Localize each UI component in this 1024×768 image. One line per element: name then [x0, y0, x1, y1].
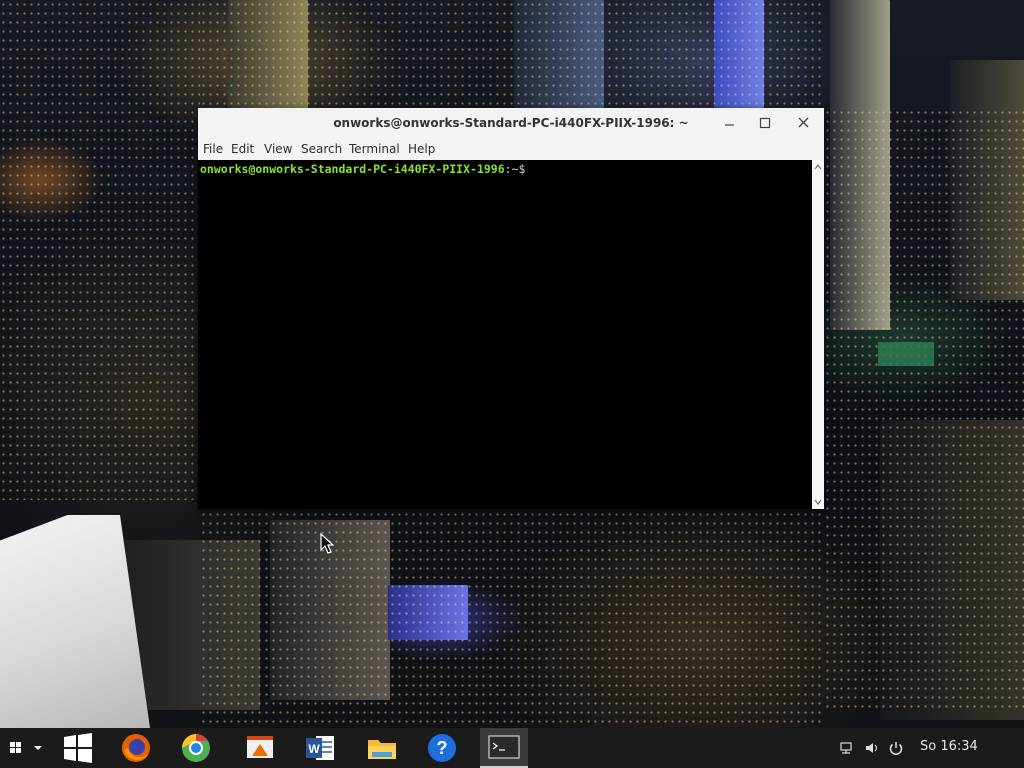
window-titlebar[interactable]: onworks@onworks-Standard-PC-i440FX-PIIX-…: [198, 108, 824, 138]
power-tray-button[interactable]: [886, 728, 906, 768]
minimize-button[interactable]: [720, 114, 740, 132]
city-lights: [824, 108, 1024, 708]
volume-tray-button[interactable]: [862, 728, 882, 768]
firefox-icon: [122, 734, 150, 762]
terminal-taskbar-button[interactable]: [480, 728, 528, 768]
unused: [915, 114, 935, 132]
taskbar-clock[interactable]: So 16:34: [920, 739, 978, 754]
folder-icon: [368, 740, 396, 759]
word-icon: W: [306, 736, 334, 760]
network-tray-button[interactable]: [838, 728, 858, 768]
taskbar: W ? So 16:34: [0, 728, 1024, 768]
scroll-up-icon[interactable]: [814, 163, 822, 171]
word-button[interactable]: W: [298, 728, 342, 768]
menu-view[interactable]: View: [264, 142, 292, 156]
menu-terminal[interactable]: Terminal: [349, 142, 400, 156]
scroll-down-icon[interactable]: [814, 498, 822, 506]
park-field: [878, 342, 934, 366]
text-cursor: [532, 162, 540, 175]
svg-text:?: ?: [437, 738, 448, 758]
menu-search[interactable]: Search: [301, 142, 342, 156]
browser-button[interactable]: [174, 728, 218, 768]
network-icon: [840, 742, 852, 754]
presentation-button[interactable]: [238, 728, 282, 768]
minimize-icon: [725, 124, 734, 126]
speaker-icon: [866, 743, 878, 753]
close-icon: [798, 117, 809, 128]
files-button[interactable]: [360, 728, 404, 768]
terminal-icon: [488, 735, 520, 759]
presentation-icon: [247, 736, 273, 758]
prompt-user-host: onworks@onworks-Standard-PC-i440FX-PIIX-…: [200, 162, 505, 176]
firefox-button[interactable]: [114, 728, 158, 768]
windows-logo-icon: [64, 733, 92, 763]
terminal-window[interactable]: onworks@onworks-Standard-PC-i440FX-PIIX-…: [198, 108, 824, 509]
maximize-icon: [759, 117, 771, 129]
windows-logo-icon: [10, 742, 42, 753]
city-lights: [0, 0, 200, 500]
prompt-line: onworks@onworks-Standard-PC-i440FX-PIIX-…: [200, 162, 540, 176]
power-icon: [889, 742, 903, 755]
help-icon: ?: [428, 734, 456, 762]
vertical-scrollbar[interactable]: [812, 160, 824, 509]
menu-help[interactable]: Help: [408, 142, 435, 156]
browser-icon: [182, 734, 210, 762]
menu-edit[interactable]: Edit: [231, 142, 254, 156]
city-lights: [200, 510, 824, 728]
prompt-path: :~$: [504, 162, 533, 176]
windows-launcher-button[interactable]: [56, 728, 100, 768]
help-button[interactable]: ?: [420, 728, 464, 768]
maximize-button[interactable]: [755, 114, 775, 132]
svg-text:W: W: [308, 742, 320, 756]
terminal-area[interactable]: onworks@onworks-Standard-PC-i440FX-PIIX-…: [198, 160, 812, 509]
start-menu-button[interactable]: [2, 728, 46, 768]
mouse-pointer-icon: [320, 533, 334, 554]
close-button[interactable]: [794, 114, 814, 132]
city-lights: [200, 0, 824, 108]
menu-file[interactable]: File: [203, 142, 223, 156]
